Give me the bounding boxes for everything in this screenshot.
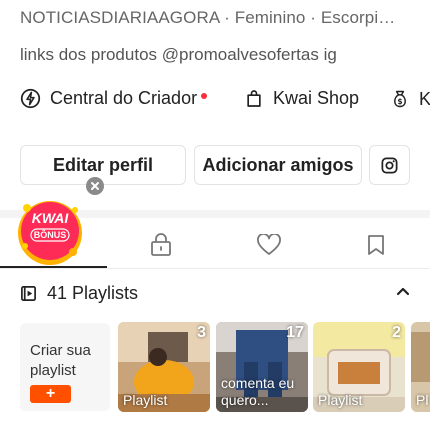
create-playlist-card[interactable]: Criar sua playlist +	[20, 323, 110, 411]
lightning-circle-icon	[20, 88, 41, 109]
chevron-up-icon	[396, 287, 410, 296]
playlists-header: 41 Playlists	[20, 283, 138, 304]
tab-likes[interactable]	[256, 233, 282, 261]
kwai-bonus-subtitle: BÔNUS	[33, 230, 67, 240]
money-bag-icon: $	[394, 90, 406, 108]
creator-center-label: Central do Criador	[50, 88, 198, 108]
create-playlist-label: Criar sua playlist	[30, 342, 91, 379]
kwai-shop-link[interactable]: Kwai Shop	[244, 88, 359, 109]
kwai-bonus-badge[interactable]: KWAI BÔNUS	[15, 196, 85, 266]
bookmark-icon	[368, 235, 384, 255]
kwai-bonus-title: KWAI	[31, 210, 69, 226]
tabs-separator	[0, 268, 430, 269]
playlist-caption: Playlist	[123, 392, 168, 408]
tab-private[interactable]	[150, 233, 172, 262]
close-icon	[91, 182, 99, 190]
playlist-thumbnail[interactable]: 3 Playlist	[118, 322, 210, 412]
instagram-icon	[381, 157, 398, 173]
heart-icon	[257, 233, 281, 255]
lock-icon	[151, 233, 171, 256]
profile-bio: links dos produtos @promoalvesofertas ig	[20, 45, 337, 64]
playlist-count: 17	[286, 324, 304, 341]
playlist-caption: Pl	[416, 392, 429, 408]
add-friends-button[interactable]: Adicionar amigos	[194, 145, 362, 185]
profile-links-row: Central do Criador Kwai Shop $ K	[20, 88, 430, 114]
playlists-count-label: 41 Playlists	[47, 283, 139, 303]
playlist-thumbnail[interactable]: 2 Playlist	[313, 322, 405, 412]
profile-tabs: KWAI BÔNUS	[0, 201, 430, 268]
playlist-icon	[21, 286, 36, 301]
add-playlist-button[interactable]: +	[30, 385, 71, 403]
partial-link-label: K	[419, 88, 430, 109]
shopping-bag-icon	[247, 90, 261, 107]
playlist-count: 2	[392, 324, 401, 341]
creator-center-link[interactable]: Central do Criador	[20, 88, 208, 109]
playlist-caption: comenta eu quero...	[221, 375, 295, 408]
profile-meta: NOTICIASDIARIAAGORA · Feminino · Escorpi…	[20, 8, 396, 27]
close-badge-button[interactable]	[86, 177, 104, 195]
playlist-caption: Playlist	[318, 392, 363, 408]
tab-saved[interactable]	[366, 234, 386, 261]
playlist-thumbnail[interactable]: 17 comenta eu quero...	[216, 322, 308, 412]
partial-link[interactable]: $ K	[390, 88, 430, 110]
kwai-shop-label: Kwai Shop	[273, 88, 360, 108]
instagram-button[interactable]	[369, 145, 410, 185]
svg-text:$: $	[397, 97, 402, 106]
playlist-thumbnail[interactable]: Pl	[411, 322, 430, 412]
playlist-count: 3	[197, 324, 206, 341]
notification-dot	[201, 92, 208, 99]
collapse-playlists-button[interactable]	[395, 284, 411, 305]
